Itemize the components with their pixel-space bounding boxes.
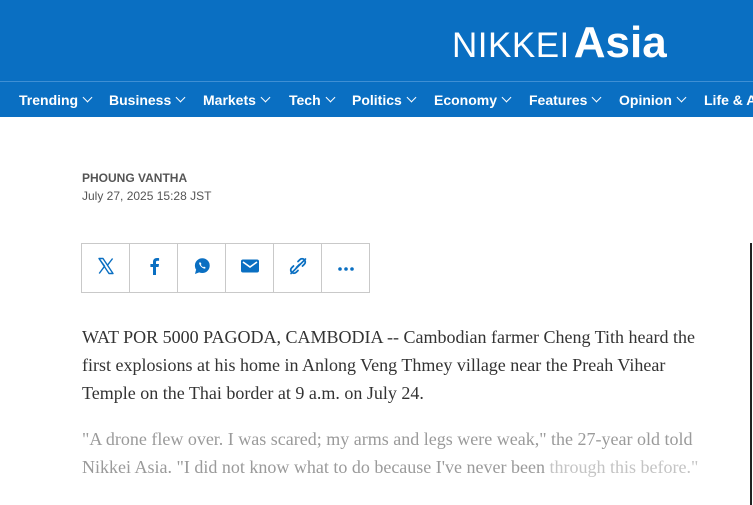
nav-item-economy[interactable]: Economy: [434, 82, 512, 117]
chevron-down-icon: [676, 92, 687, 103]
nav-item-opinion[interactable]: Opinion: [619, 82, 687, 117]
nav-item-label: Politics: [352, 91, 402, 108]
email-icon: [240, 258, 260, 279]
nav-item-tech[interactable]: Tech: [289, 82, 336, 117]
nav-item-trending[interactable]: Trending: [19, 82, 93, 117]
chevron-down-icon: [325, 92, 336, 103]
share-more-button[interactable]: [322, 244, 369, 292]
chevron-down-icon: [406, 92, 417, 103]
chevron-down-icon: [82, 92, 93, 103]
x-icon: [96, 256, 116, 281]
site-header: NIKKEI Asia Trending Business Markets Te…: [0, 0, 753, 117]
logo-nikkei-text: NIKKEI: [452, 26, 570, 65]
nav-item-label: Economy: [434, 91, 498, 108]
chevron-down-icon: [591, 92, 602, 103]
main-nav: Trending Business Markets Tech Politics …: [0, 82, 753, 117]
nav-item-label: Features: [529, 91, 588, 108]
nav-item-label: Tech: [289, 91, 321, 108]
chevron-down-icon: [501, 92, 512, 103]
nav-item-markets[interactable]: Markets: [203, 82, 271, 117]
nav-item-life-arts[interactable]: Life & A: [704, 82, 753, 117]
link-icon: [288, 256, 308, 281]
nav-item-politics[interactable]: Politics: [352, 82, 417, 117]
chevron-down-icon: [260, 92, 271, 103]
share-bar: [81, 243, 370, 293]
nav-item-business[interactable]: Business: [109, 82, 186, 117]
logo-asia-text: Asia: [573, 18, 667, 67]
nav-item-features[interactable]: Features: [529, 82, 602, 117]
nav-item-label: Opinion: [619, 91, 672, 108]
article-paragraph-faded-text: through this before.": [549, 457, 699, 477]
share-x-button[interactable]: [82, 244, 130, 292]
article-paragraph-quote: "A drone flew over. I was scared; my arm…: [82, 425, 712, 481]
more-icon: [337, 259, 355, 277]
chevron-down-icon: [175, 92, 186, 103]
share-whatsapp-button[interactable]: [178, 244, 226, 292]
nav-item-label: Trending: [19, 91, 79, 108]
author-name[interactable]: PHOUNG VANTHA: [82, 171, 187, 185]
publish-date: July 27, 2025 15:28 JST: [82, 189, 212, 203]
share-email-button[interactable]: [226, 244, 274, 292]
nav-item-label: Markets: [203, 91, 256, 108]
share-copy-link-button[interactable]: [274, 244, 322, 292]
nikkei-asia-logo[interactable]: NIKKEI Asia: [452, 18, 667, 70]
whatsapp-icon: [192, 256, 212, 281]
facebook-icon: [147, 257, 161, 280]
article-paragraph-lead: WAT POR 5000 PAGODA, CAMBODIA -- Cambodi…: [82, 327, 695, 403]
share-facebook-button[interactable]: [130, 244, 178, 292]
nav-item-label: Life & A: [704, 91, 753, 108]
vertical-divider: [750, 243, 752, 505]
nav-item-label: Business: [109, 91, 172, 108]
